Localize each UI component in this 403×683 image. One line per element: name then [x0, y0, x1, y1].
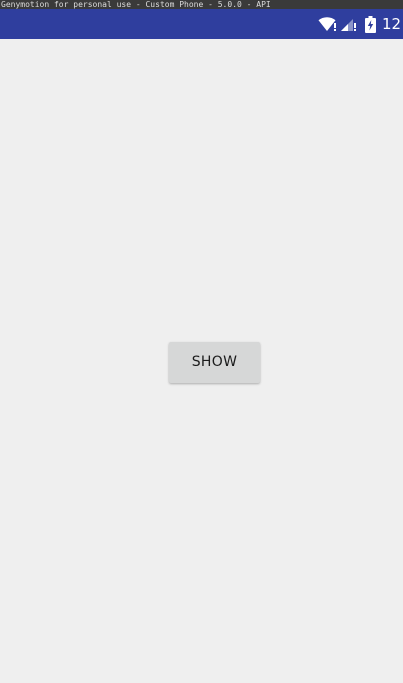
status-bar: 12: [0, 9, 403, 39]
battery-charging-icon: [365, 15, 376, 33]
status-icons: 12: [318, 9, 403, 39]
main-content: SHOW: [0, 39, 403, 683]
status-clock: 12: [382, 15, 402, 33]
show-button[interactable]: SHOW: [169, 342, 260, 383]
wifi-icon: [318, 16, 338, 32]
app-screen: Genymotion for personal use - Custom Pho…: [0, 0, 403, 683]
emulator-title-bar: Genymotion for personal use - Custom Pho…: [0, 0, 403, 9]
signal-icon: [340, 16, 356, 32]
